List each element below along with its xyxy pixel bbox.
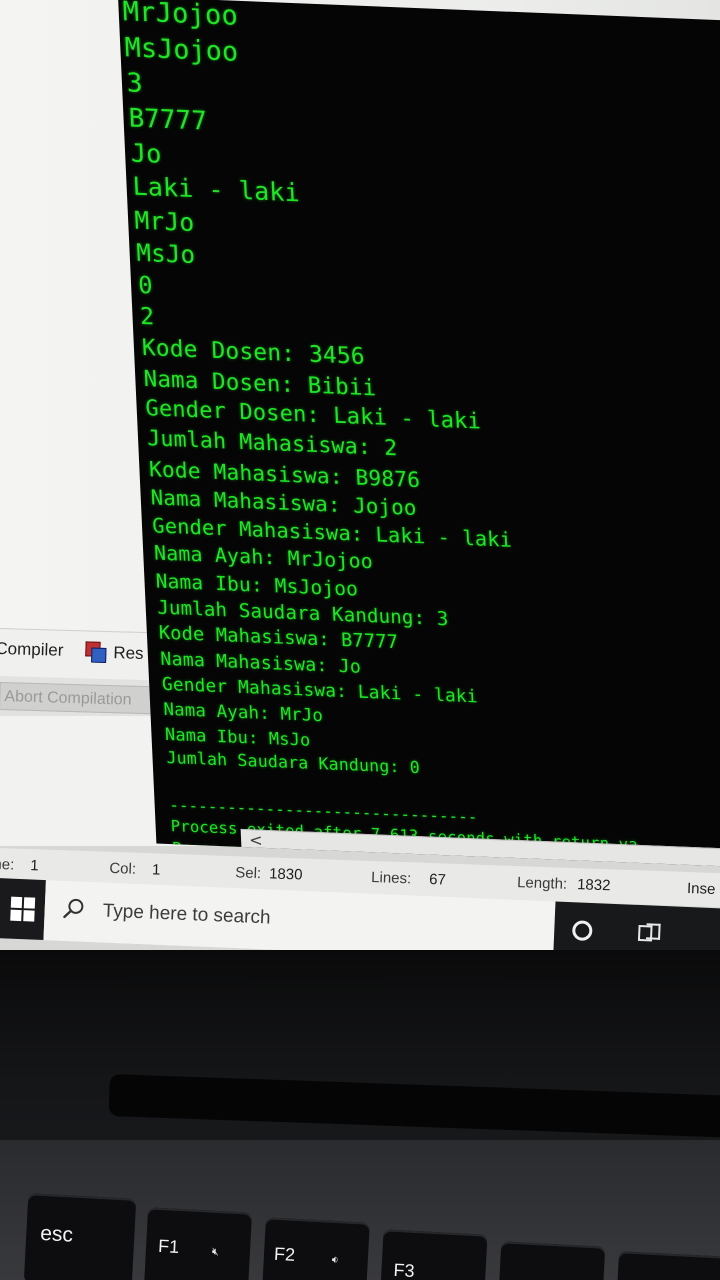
- status-lines-value: 67: [428, 871, 447, 889]
- mute-icon: 🔇︎: [211, 1244, 220, 1259]
- f1-key-label: F1: [157, 1235, 180, 1257]
- scroll-left-arrow-icon[interactable]: <: [249, 830, 263, 850]
- f2-key-label: F2: [273, 1243, 296, 1265]
- status-lines-label: Lines:: [370, 868, 412, 888]
- search-icon: [63, 898, 84, 919]
- status-sel-value: 1830: [268, 865, 303, 884]
- tab-resources-label: Res: [113, 643, 144, 664]
- f3-key[interactable]: F3: [380, 1229, 488, 1280]
- volume-down-icon: 🔉︎: [331, 1252, 340, 1267]
- console-line: Jumlah Saudara Kandung: 0: [166, 747, 421, 778]
- resources-tab-icon: [85, 641, 107, 663]
- f3-key-label: F3: [393, 1259, 416, 1280]
- console-line: MsJojoo: [124, 32, 239, 68]
- status-lines: Lines: 67: [371, 869, 446, 889]
- tab-resources[interactable]: Res: [85, 641, 144, 664]
- status-col-value: 1: [151, 861, 161, 879]
- status-insert-mode: Inse: [686, 880, 716, 898]
- console-line: Laki - laki: [131, 171, 301, 208]
- console-line: Nama Ayah: MrJojoo: [153, 541, 374, 574]
- f2-key[interactable]: F2 🔉︎: [262, 1217, 370, 1280]
- esc-key[interactable]: esc: [23, 1193, 137, 1280]
- tab-compiler-label: Compiler: [0, 638, 64, 660]
- status-sel: Sel: 1830: [235, 864, 303, 883]
- status-col-label: Col:: [109, 859, 137, 878]
- task-view-icon[interactable]: [637, 923, 661, 946]
- console-line: MsJo: [135, 238, 196, 269]
- console-line: Jumlah Mahasiswa: 2: [146, 426, 398, 462]
- console-line: Nama Ibu: MsJo: [164, 723, 311, 750]
- abort-compilation-button[interactable]: Abort Compilation: [0, 681, 160, 715]
- console-line: Kode Mahasiswa: B7777: [158, 622, 399, 654]
- status-line: ne: 1: [0, 856, 39, 875]
- windows-logo-icon: [10, 896, 36, 922]
- console-line: 3: [126, 67, 144, 99]
- f5-key[interactable]: [617, 1251, 720, 1280]
- laptop-screen: Compiler Res Abort Compilation MrJojoo Ms…: [0, 0, 720, 970]
- search-placeholder: Type here to search: [102, 900, 271, 929]
- console-output: MrJojoo MsJojoo 3 B7777 Jo Laki - laki MrJo MsJ…: [122, 0, 720, 869]
- status-length: Length: 1832: [517, 874, 611, 894]
- status-length-value: 1832: [576, 876, 611, 895]
- status-line-value: 1: [29, 857, 39, 875]
- console-line: B7777: [128, 102, 208, 137]
- tab-compiler[interactable]: Compiler: [0, 639, 64, 661]
- console-line: 0: [137, 270, 154, 300]
- console-line: Nama Ibu: MsJojoo: [155, 568, 359, 601]
- cortana-circle-icon[interactable]: [571, 920, 593, 942]
- photo-of-laptop-screen: Compiler Res Abort Compilation MrJojoo Ms…: [0, 0, 720, 1280]
- esc-key-label: esc: [39, 1221, 74, 1247]
- console-line: MrJo: [133, 205, 195, 237]
- console-line: 2: [139, 302, 155, 331]
- console-line: Nama Ayah: MrJo: [163, 699, 324, 726]
- status-length-label: Length:: [516, 874, 568, 893]
- f1-key[interactable]: F1 🔇︎: [143, 1207, 253, 1280]
- console-line: Nama Dosen: Bibii: [143, 365, 377, 401]
- status-sel-label: Sel:: [234, 864, 262, 883]
- status-col: Col: 1: [109, 860, 161, 879]
- console-line: Kode Dosen: 3456: [141, 334, 366, 370]
- console-window[interactable]: MrJojoo MsJojoo 3 B7777 Jo Laki - laki MrJo MsJ…: [118, 0, 720, 870]
- status-line-label: ne:: [0, 855, 15, 874]
- start-button[interactable]: [0, 878, 46, 941]
- console-line: MrJojoo: [122, 0, 239, 32]
- console-line: Jo: [129, 137, 163, 169]
- console-line: Nama Mahasiswa: Jo: [159, 648, 362, 678]
- f4-key[interactable]: [498, 1241, 606, 1280]
